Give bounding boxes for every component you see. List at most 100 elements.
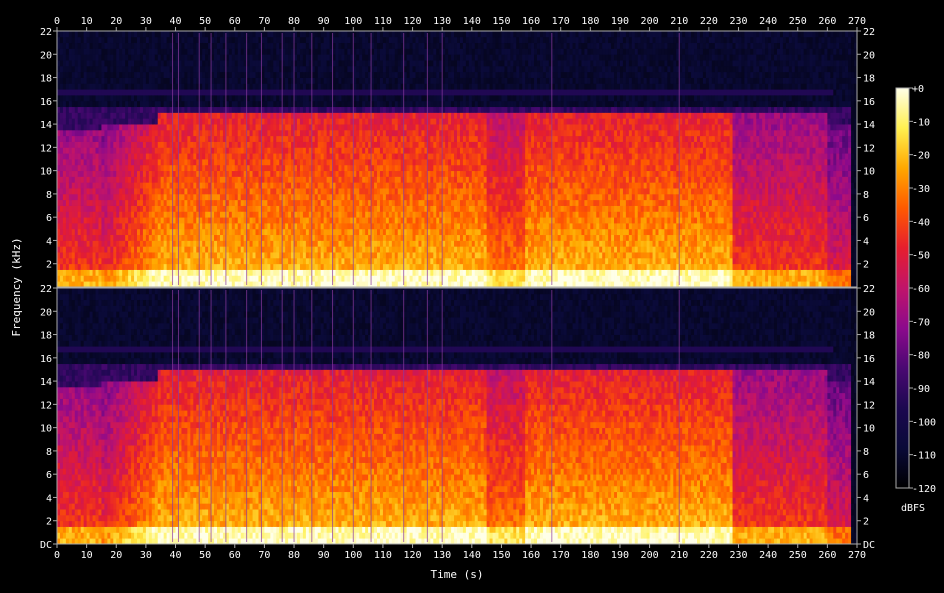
ch1-cell — [385, 240, 390, 247]
ch1-cell — [125, 159, 129, 166]
ch1-cell — [249, 71, 253, 78]
ch1-cell — [131, 205, 135, 212]
ch1-cell — [145, 176, 150, 183]
ch1-cell — [219, 36, 224, 44]
ch1-cell — [338, 112, 342, 119]
ch1-cell — [125, 141, 129, 148]
ch1-cell — [62, 42, 67, 49]
ch1-cell — [246, 147, 250, 154]
ch1-cell — [214, 153, 218, 160]
ch1-cell — [388, 124, 393, 131]
ch1-cell — [128, 118, 132, 125]
ch1-cell — [68, 54, 73, 61]
ch1-cell — [214, 83, 218, 90]
ch1-cell — [374, 95, 378, 102]
ch1-cell — [57, 54, 61, 61]
ch1-cell — [225, 199, 230, 206]
ch1-cell — [116, 48, 120, 55]
ch1-cell — [160, 176, 165, 183]
ch1-cell — [228, 199, 233, 206]
ch1-cell — [187, 275, 191, 282]
ch1-cell — [276, 153, 280, 160]
ch1-cell — [377, 42, 381, 49]
ch1-cell — [134, 129, 138, 137]
ch1-cell — [237, 170, 242, 177]
ch1-cell — [338, 234, 342, 241]
ch1-cell — [172, 252, 176, 259]
ch1-cell — [302, 176, 307, 183]
ch1-cell — [305, 159, 310, 166]
ch1-cell — [276, 77, 280, 84]
ch1-cell — [374, 141, 378, 148]
ch1-cell — [240, 48, 245, 55]
ch1-cell — [388, 164, 393, 172]
ch1-cell — [385, 112, 390, 119]
ch1-cell — [219, 217, 224, 224]
ch1-cell — [86, 48, 90, 55]
ch1-cell — [145, 36, 150, 44]
ch1-cell — [131, 217, 135, 224]
ch1-cell — [62, 71, 67, 78]
ch1-cell — [95, 65, 99, 73]
ch1-cell — [119, 275, 123, 282]
ch1-cell — [202, 182, 206, 189]
ch1-cell — [142, 159, 147, 166]
ch1-cell — [190, 95, 194, 102]
ch1-cell — [332, 193, 336, 201]
ch1-cell — [359, 112, 363, 119]
ch1-cell — [125, 240, 129, 247]
ch1-cell — [231, 54, 236, 61]
ch1-cell — [193, 217, 197, 224]
ch1-cell — [151, 106, 156, 113]
ch1-cell — [353, 281, 357, 288]
ch1-cell — [237, 159, 242, 166]
ch1-cell — [57, 182, 61, 189]
ch1-cell — [338, 147, 342, 154]
ch1-cell — [157, 246, 162, 253]
ch1-cell — [110, 193, 114, 201]
ch1-cell — [62, 275, 67, 282]
ch1-cell — [362, 240, 366, 247]
ch1-cell — [335, 246, 339, 253]
ch1-cell — [326, 246, 330, 253]
ch1-cell — [246, 223, 250, 230]
ch1-cell — [116, 217, 120, 224]
ch1-cell — [231, 153, 236, 160]
ch1-cell — [302, 263, 307, 270]
ch1-cell — [219, 147, 224, 154]
ch1-cell — [205, 170, 209, 177]
ch1-cell — [240, 257, 245, 265]
ch1-cell — [104, 36, 108, 44]
ch1-cell — [77, 65, 82, 73]
ch1-cell — [341, 54, 345, 61]
ch1-cell — [217, 246, 221, 253]
ch1-cell — [377, 60, 381, 67]
ch1-cell — [270, 118, 274, 125]
ch1-cell — [362, 83, 366, 90]
ch1-cell — [125, 147, 129, 154]
ch1-cell — [131, 65, 135, 73]
ch1-cell — [202, 234, 206, 241]
ch1-cell — [374, 240, 378, 247]
ch1-cell — [154, 48, 159, 55]
ch1-cell — [95, 240, 99, 247]
ch1-cell — [134, 176, 138, 183]
ch1-cell — [86, 188, 90, 195]
ch1-cell — [377, 48, 381, 55]
ch1-cell — [240, 170, 245, 177]
ch1-cell — [305, 100, 310, 108]
ch1-cell — [285, 205, 289, 212]
ch1-cell — [139, 147, 144, 154]
ch1-cell — [234, 54, 239, 61]
ch1-cell — [353, 36, 357, 44]
ch1-cell — [145, 112, 150, 119]
ch1-cell — [110, 89, 114, 96]
ch1-cell — [285, 153, 289, 160]
ch1-cell — [148, 252, 153, 259]
ch1-cell — [305, 124, 310, 131]
ch1-cell — [74, 159, 79, 166]
ch1-cell — [134, 141, 138, 148]
ch1-cell — [59, 77, 64, 84]
ch1-cell — [237, 205, 242, 212]
ch1-cell — [160, 95, 165, 102]
